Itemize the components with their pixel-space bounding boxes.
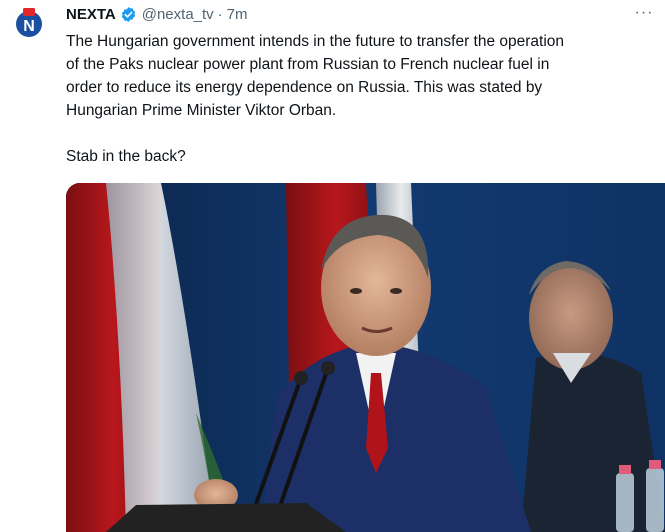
tweet[interactable]: N NEXTA @nexta_tv · 7m ··· The Hungarian… bbox=[0, 0, 665, 532]
tweet-text-line: of the Paks nuclear power plant from Rus… bbox=[66, 56, 550, 73]
tweet-question: Stab in the back? bbox=[66, 148, 186, 165]
press-conference-photo bbox=[66, 183, 665, 532]
separator-dot: · bbox=[217, 5, 223, 23]
verified-badge-icon bbox=[120, 6, 137, 23]
svg-text:N: N bbox=[23, 18, 35, 35]
tweet-header: NEXTA @nexta_tv · 7m bbox=[66, 4, 248, 24]
timestamp[interactable]: 7m bbox=[227, 6, 248, 23]
nexta-logo-icon: N bbox=[12, 6, 46, 40]
avatar[interactable]: N bbox=[12, 6, 46, 40]
tweet-media-photo[interactable] bbox=[66, 183, 665, 532]
tweet-text-line: Hungarian Prime Minister Viktor Orban. bbox=[66, 102, 337, 119]
tweet-text-line: order to reduce its energy dependence on… bbox=[66, 79, 543, 96]
more-options-icon[interactable]: ··· bbox=[631, 2, 657, 24]
author-handle[interactable]: @nexta_tv bbox=[142, 6, 214, 23]
tweet-text-line: The Hungarian government intends in the … bbox=[66, 33, 565, 50]
tweet-text: The Hungarian government intends in the … bbox=[66, 30, 656, 168]
author-name[interactable]: NEXTA bbox=[66, 6, 116, 23]
more-options-glyph: ··· bbox=[634, 4, 654, 21]
